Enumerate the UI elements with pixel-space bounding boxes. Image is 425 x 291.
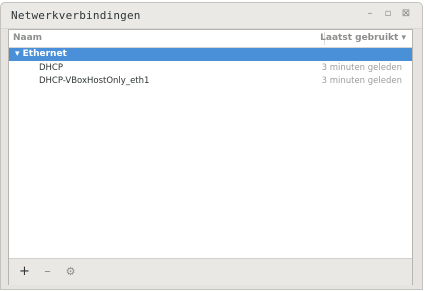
- bottom-toolbar: + – ⚙: [9, 258, 412, 285]
- maximize-icon[interactable]: ▫: [382, 8, 394, 20]
- connection-row-dhcp[interactable]: DHCP 3 minuten geleden: [9, 62, 412, 74]
- list-header: Naam Laatst gebruikt ▾: [9, 30, 412, 48]
- connection-last-used: 3 minuten geleden: [321, 63, 402, 73]
- close-icon[interactable]: ⊠: [400, 8, 412, 20]
- titlebar[interactable]: Netwerkverbindingen – ▫ ⊠: [1, 3, 422, 29]
- connection-last-used: 3 minuten geleden: [321, 76, 402, 86]
- remove-connection-button[interactable]: –: [38, 262, 57, 281]
- connection-name: DHCP-VBoxHostOnly_eth1: [39, 76, 150, 86]
- settings-gear-icon[interactable]: ⚙: [61, 262, 80, 281]
- column-header-last-used[interactable]: Laatst gebruikt ▾: [320, 33, 406, 43]
- window-title: Netwerkverbindingen: [11, 9, 141, 22]
- group-label: ▾ Ethernet: [15, 49, 67, 59]
- add-connection-button[interactable]: +: [15, 262, 34, 281]
- connections-list: Naam Laatst gebruikt ▾ ▾ Ethernet DHCP 3…: [8, 29, 413, 285]
- group-row-ethernet[interactable]: ▾ Ethernet: [9, 48, 412, 61]
- connection-name: DHCP: [39, 63, 63, 73]
- network-connections-window: Netwerkverbindingen – ▫ ⊠ Naam Laatst ge…: [0, 2, 423, 290]
- minimize-icon[interactable]: –: [364, 8, 376, 20]
- window-controls: – ▫ ⊠: [364, 8, 412, 20]
- connection-row-dhcp-vboxhostonly[interactable]: DHCP-VBoxHostOnly_eth1 3 minuten geleden: [9, 75, 412, 87]
- column-header-name[interactable]: Naam: [13, 33, 42, 43]
